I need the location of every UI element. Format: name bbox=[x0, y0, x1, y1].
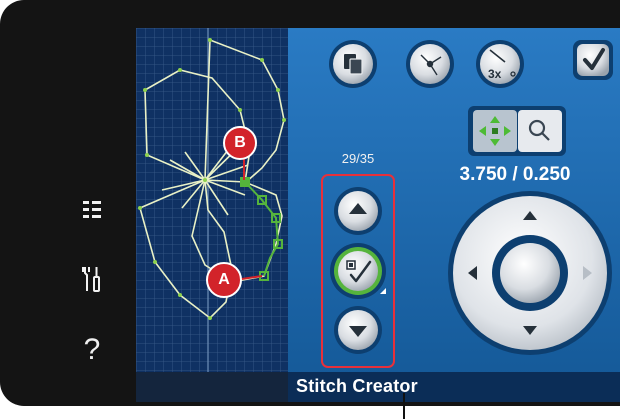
menu-list-icon[interactable] bbox=[72, 199, 112, 226]
step-down-button[interactable] bbox=[334, 306, 382, 354]
step-up-button[interactable] bbox=[334, 187, 382, 235]
stitch-counter: 29/35 bbox=[341, 151, 375, 166]
triple-stitch-label: 3x bbox=[488, 67, 502, 81]
mode-toggle bbox=[468, 106, 566, 156]
marker-a-label: A bbox=[218, 271, 230, 288]
pan-mode-button[interactable] bbox=[473, 110, 517, 152]
coordinate-readout: 3.750 / 0.250 bbox=[459, 164, 571, 185]
settings-tools-icon[interactable] bbox=[72, 265, 112, 298]
zoom-mode-button[interactable] bbox=[518, 110, 562, 152]
screen-title: Stitch Creator bbox=[296, 376, 418, 396]
navigation-wheel[interactable] bbox=[448, 191, 612, 355]
duplicate-button[interactable] bbox=[329, 40, 377, 88]
machine-bezel: 3x A B 29/35 3.750 / 0.250 Stitch Creato… bbox=[0, 0, 620, 406]
insert-stitch-button[interactable] bbox=[406, 40, 454, 88]
marker-b-label: B bbox=[234, 134, 246, 151]
select-stitch-button[interactable] bbox=[330, 243, 386, 299]
triple-stitch-button[interactable]: 3x bbox=[476, 40, 524, 88]
help-icon[interactable]: ? bbox=[72, 335, 112, 365]
callout-leader-line bbox=[403, 393, 405, 419]
confirm-button[interactable] bbox=[573, 40, 613, 80]
